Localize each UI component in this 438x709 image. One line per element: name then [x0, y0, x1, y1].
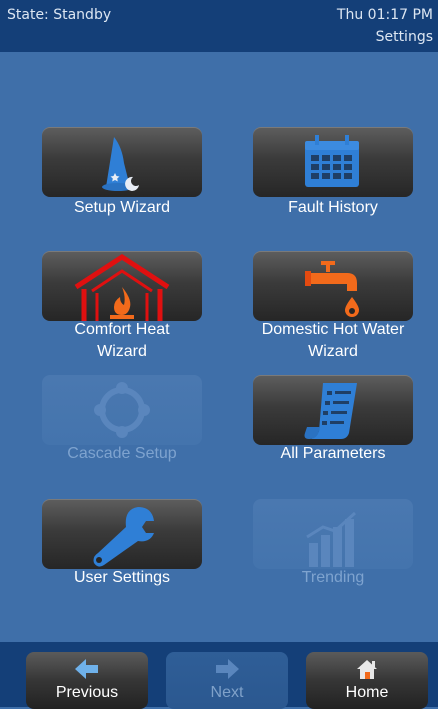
fault-history-label: Fault History: [288, 199, 378, 216]
previous-label: Previous: [55, 684, 119, 701]
domestic-hot-water-wizard-button[interactable]: [253, 251, 413, 321]
next-button[interactable]: Next: [166, 652, 288, 709]
state-text: State: Standby: [7, 7, 112, 23]
trending-label: Trending: [301, 569, 365, 586]
chart-icon: [306, 511, 357, 567]
dhw-label-1: Domestic Hot Water: [261, 321, 405, 338]
home-label: Home: [345, 684, 389, 701]
all-parameters-label: All Parameters: [280, 445, 386, 462]
faucet-icon: [305, 261, 359, 317]
arrow-left-icon: [75, 659, 98, 679]
all-parameters-button[interactable]: [253, 375, 413, 445]
screen-title: Settings: [375, 29, 433, 45]
dhw-label-2: Wizard: [308, 343, 358, 360]
wizard-hat-icon: [102, 137, 139, 191]
previous-button[interactable]: Previous: [26, 652, 148, 709]
trending-button[interactable]: [253, 499, 413, 569]
user-settings-label: User Settings: [73, 569, 171, 586]
calendar-icon: [305, 135, 359, 187]
home-icon: [357, 660, 377, 679]
next-label: Next: [210, 684, 244, 701]
cascade-setup-button[interactable]: [42, 375, 202, 445]
datetime-text: Thu 01:17 PM: [336, 7, 433, 23]
comfort-heat-label-2: Wizard: [97, 343, 147, 360]
status-bar: State: Standby Thu 01:17 PM Settings: [0, 0, 438, 52]
user-settings-button[interactable]: [42, 499, 202, 569]
house-flame-icon: [74, 254, 170, 321]
cascade-icon: [94, 382, 150, 438]
comfort-heat-wizard-button[interactable]: [42, 251, 202, 321]
setup-wizard-label: Setup Wizard: [73, 199, 171, 216]
bottom-nav-bar: Previous Next Home: [0, 642, 438, 709]
fault-history-button[interactable]: [253, 127, 413, 197]
wrench-icon: [93, 507, 154, 567]
home-button[interactable]: Home: [306, 652, 428, 709]
arrow-right-icon: [216, 659, 239, 679]
document-list-icon: [304, 383, 357, 439]
cascade-setup-label: Cascade Setup: [67, 445, 177, 462]
setup-wizard-button[interactable]: [42, 127, 202, 197]
comfort-heat-label-1: Comfort Heat: [74, 321, 170, 338]
